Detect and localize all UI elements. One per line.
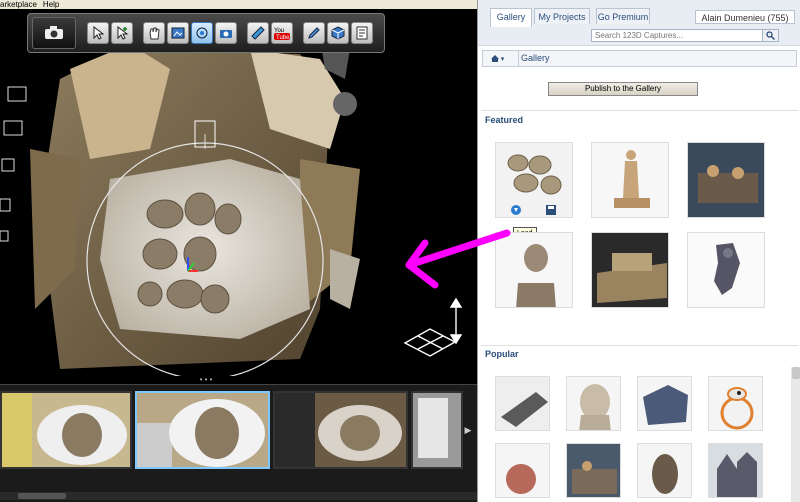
popular-title: Popular <box>485 349 519 359</box>
publish-to-gallery-button[interactable]: Publish to the Gallery <box>548 82 698 96</box>
pen-icon[interactable] <box>303 22 325 44</box>
select-plus-icon[interactable] <box>111 22 133 44</box>
menu-item-help[interactable]: Help <box>43 0 59 9</box>
filmstrip-photo-selected[interactable] <box>135 391 270 469</box>
gallery-item-ruins[interactable] <box>591 232 669 308</box>
panel-scrollbar[interactable] <box>791 367 800 502</box>
frame-icon[interactable] <box>167 22 189 44</box>
filmstrip-photo[interactable] <box>411 391 463 469</box>
search-bar <box>478 27 800 46</box>
annotation-arrow-icon <box>405 229 511 289</box>
gallery-item-statue[interactable] <box>591 142 669 218</box>
filmstrip-next-arrow-icon[interactable]: ▶ <box>463 415 473 445</box>
gallery-panel: Gallery My Projects Go Premium Alain Dum… <box>477 0 800 502</box>
notes-icon[interactable] <box>351 22 373 44</box>
3d-scene-render[interactable] <box>0 9 477 376</box>
photo-filmstrip: ▶ <box>0 384 477 502</box>
tab-go-premium[interactable]: Go Premium <box>596 8 650 24</box>
tab-gallery[interactable]: Gallery <box>490 8 532 27</box>
featured-title: Featured <box>485 115 524 125</box>
filmstrip-photo[interactable] <box>273 391 408 469</box>
popular-item-head[interactable] <box>566 376 621 431</box>
svg-text:Tube: Tube <box>276 35 290 41</box>
panel-tabs: Gallery My Projects Go Premium Alain Dum… <box>478 0 800 28</box>
divider <box>481 345 798 346</box>
divider <box>481 110 798 111</box>
breadcrumb-current[interactable]: Gallery <box>521 52 550 65</box>
camera-small-icon[interactable] <box>215 22 237 44</box>
tab-my-projects[interactable]: My Projects <box>534 8 590 24</box>
youtube-icon[interactable]: You Tube <box>271 22 293 44</box>
gallery-item-robot[interactable] <box>687 232 765 308</box>
home-icon[interactable]: ▾ <box>485 52 509 65</box>
filmstrip-scrollbar[interactable] <box>0 492 477 500</box>
popular-item-sculpture[interactable] <box>637 443 692 498</box>
hand-icon[interactable] <box>143 22 165 44</box>
menu-item-marketplace[interactable]: arketplace <box>0 0 37 9</box>
popular-item-bb8[interactable] <box>708 376 763 431</box>
popular-item-rock[interactable] <box>637 376 692 431</box>
mesh-cube-icon[interactable] <box>327 22 349 44</box>
search-input[interactable] <box>591 29 767 42</box>
popular-item-building[interactable] <box>708 443 763 498</box>
popular-item-stone[interactable] <box>495 376 550 431</box>
select-arrow-icon[interactable] <box>87 22 109 44</box>
search-icon[interactable] <box>762 29 779 42</box>
gallery-item-figurines[interactable] <box>687 142 765 218</box>
ruler-icon[interactable] <box>247 22 269 44</box>
user-account[interactable]: Alain Dumenieu (755) <box>695 10 795 24</box>
main-toolbar: You Tube <box>27 13 385 53</box>
filmstrip-photo[interactable] <box>0 391 132 469</box>
orbit-icon[interactable] <box>191 22 213 44</box>
breadcrumb: ▾ Gallery <box>482 50 797 67</box>
menu-bar: arketplace Help <box>0 0 477 9</box>
popular-item-vase[interactable] <box>495 443 550 498</box>
load-icon[interactable] <box>510 204 560 216</box>
3d-viewport[interactable]: You Tube <box>0 9 477 376</box>
camera-icon[interactable] <box>32 17 76 49</box>
filmstrip-scroll-thumb[interactable] <box>18 493 66 499</box>
popular-item-figures[interactable] <box>566 443 621 498</box>
filmstrip-collapse-handle[interactable]: • • • <box>198 376 214 384</box>
panel-scroll-thumb[interactable] <box>792 367 800 379</box>
